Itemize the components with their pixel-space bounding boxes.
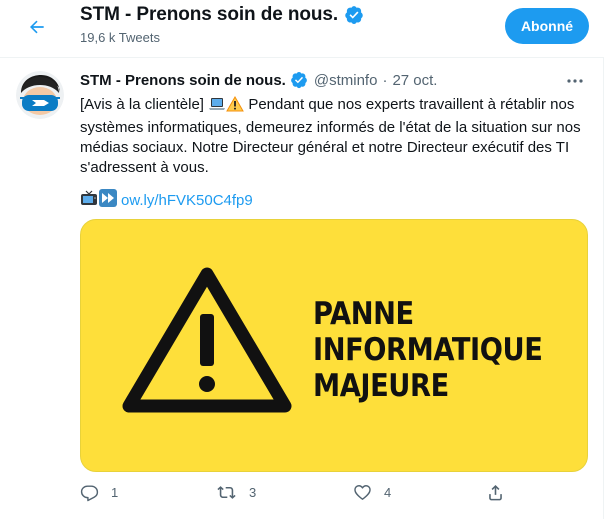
heart-icon	[354, 485, 371, 500]
media-headline-line-2: INFORMATIQUE	[313, 332, 543, 368]
back-button[interactable]	[20, 10, 54, 44]
tweet-text: [Avis à la clientèle] Pendant que nos ex…	[80, 95, 590, 178]
like-count: 4	[384, 485, 392, 500]
verified-badge-icon	[344, 5, 364, 25]
retweet-button[interactable]: 3	[216, 483, 256, 502]
tweet-date[interactable]: 27 oct.	[392, 72, 437, 89]
tweet[interactable]: STM - Prenons soin de nous. @stminfo · 2…	[0, 59, 604, 519]
verified-badge-icon	[290, 71, 308, 89]
retweet-icon	[217, 486, 236, 499]
profile-page: STM - Prenons soin de nous. 19,6 k Tweet…	[0, 0, 604, 519]
more-button[interactable]	[564, 71, 586, 91]
avatar[interactable]	[16, 71, 64, 119]
tweet-count: 19,6 k Tweets	[80, 30, 160, 45]
header-title-row: STM - Prenons soin de nous.	[80, 4, 364, 26]
author-handle[interactable]: @stminfo	[314, 72, 378, 89]
more-horizontal-icon	[567, 79, 583, 83]
author-name[interactable]: STM - Prenons soin de nous.	[80, 72, 286, 89]
tweet-text-intro: [Avis à la clientèle]	[80, 96, 204, 113]
page-title: STM - Prenons soin de nous.	[80, 4, 339, 25]
tweet-actions: 1 3 4	[80, 483, 590, 507]
tweet-header: STM - Prenons soin de nous. @stminfo · 2…	[80, 71, 437, 89]
tweet-media-image[interactable]: PANNE INFORMATIQUE MAJEURE	[80, 219, 588, 472]
media-headline-line-3: MAJEURE	[313, 368, 449, 404]
profile-header: STM - Prenons soin de nous. 19,6 k Tweet…	[0, 0, 604, 58]
media-headline: PANNE INFORMATIQUE MAJEURE	[313, 296, 543, 404]
reply-icon	[80, 485, 99, 502]
reply-button[interactable]: 1	[80, 483, 118, 502]
link-row: ow.ly/hFVK50C4fp9	[80, 189, 253, 211]
share-button[interactable]	[486, 483, 505, 502]
television-icon	[80, 189, 98, 211]
retweet-count: 3	[249, 485, 257, 500]
share-icon	[489, 485, 502, 501]
arrow-left-icon	[30, 20, 44, 34]
tweet-link[interactable]: ow.ly/hFVK50C4fp9	[121, 192, 253, 209]
fast-forward-icon	[99, 189, 117, 211]
laptop-icon	[208, 96, 226, 118]
reply-count: 1	[111, 485, 119, 500]
warning-triangle-icon	[122, 267, 292, 413]
like-button[interactable]: 4	[353, 483, 391, 502]
media-headline-line-1: PANNE	[313, 296, 414, 332]
following-button[interactable]: Abonné	[505, 8, 589, 44]
warning-emoji-icon	[226, 95, 245, 118]
separator-dot: ·	[382, 71, 388, 89]
